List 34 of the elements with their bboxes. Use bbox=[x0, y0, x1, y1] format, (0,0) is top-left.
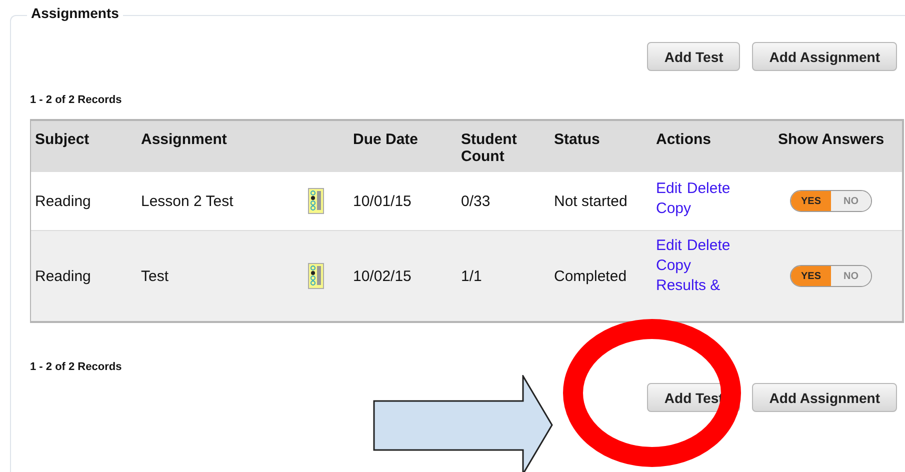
column-header: Show Answers bbox=[778, 131, 884, 148]
section-title: Assignments bbox=[27, 5, 123, 21]
table-cell: 1/1 bbox=[461, 268, 482, 284]
column-header: Assignment bbox=[141, 131, 227, 148]
action-link[interactable]: Copy bbox=[656, 200, 774, 217]
column-header: Actions bbox=[656, 131, 712, 148]
table-cell: 10/02/15 bbox=[353, 268, 412, 284]
records-count: 1 - 2 of 2 Records bbox=[30, 361, 123, 373]
table-cell: 0/33 bbox=[461, 192, 490, 210]
table-cell: Not started bbox=[554, 192, 628, 210]
action-link[interactable]: Delete bbox=[686, 237, 730, 254]
table-cell: Reading bbox=[35, 268, 91, 284]
action-link[interactable]: Results & bbox=[656, 277, 774, 294]
column-header: Student Count bbox=[461, 131, 518, 165]
column-header: Due Date bbox=[353, 131, 418, 148]
action-button[interactable]: Add Test bbox=[647, 42, 740, 71]
action-link[interactable]: Copy bbox=[656, 257, 774, 274]
action-button[interactable]: Add Assignment bbox=[752, 383, 897, 412]
table-cell: Test bbox=[141, 268, 169, 284]
table-cell: Completed bbox=[554, 268, 627, 284]
column-header: Status bbox=[554, 131, 600, 148]
records-count: 1 - 2 of 2 Records bbox=[30, 94, 123, 106]
action-button[interactable]: Add Assignment bbox=[752, 42, 897, 71]
table-cell: Reading bbox=[35, 192, 91, 210]
yes-no-toggle[interactable]: YES NO bbox=[790, 265, 872, 287]
yes-no-toggle[interactable]: YES NO bbox=[790, 190, 872, 212]
action-link[interactable]: Edit bbox=[656, 237, 682, 254]
action-link[interactable]: Edit bbox=[656, 180, 682, 197]
answer-sheet-icon[interactable] bbox=[308, 263, 324, 289]
answer-sheet-icon[interactable] bbox=[308, 188, 324, 214]
action-link[interactable]: Delete bbox=[686, 180, 730, 197]
table-cell: 10/01/15 bbox=[353, 192, 412, 210]
column-header: Subject bbox=[35, 131, 90, 148]
table-cell: Lesson 2 Test bbox=[141, 192, 234, 210]
